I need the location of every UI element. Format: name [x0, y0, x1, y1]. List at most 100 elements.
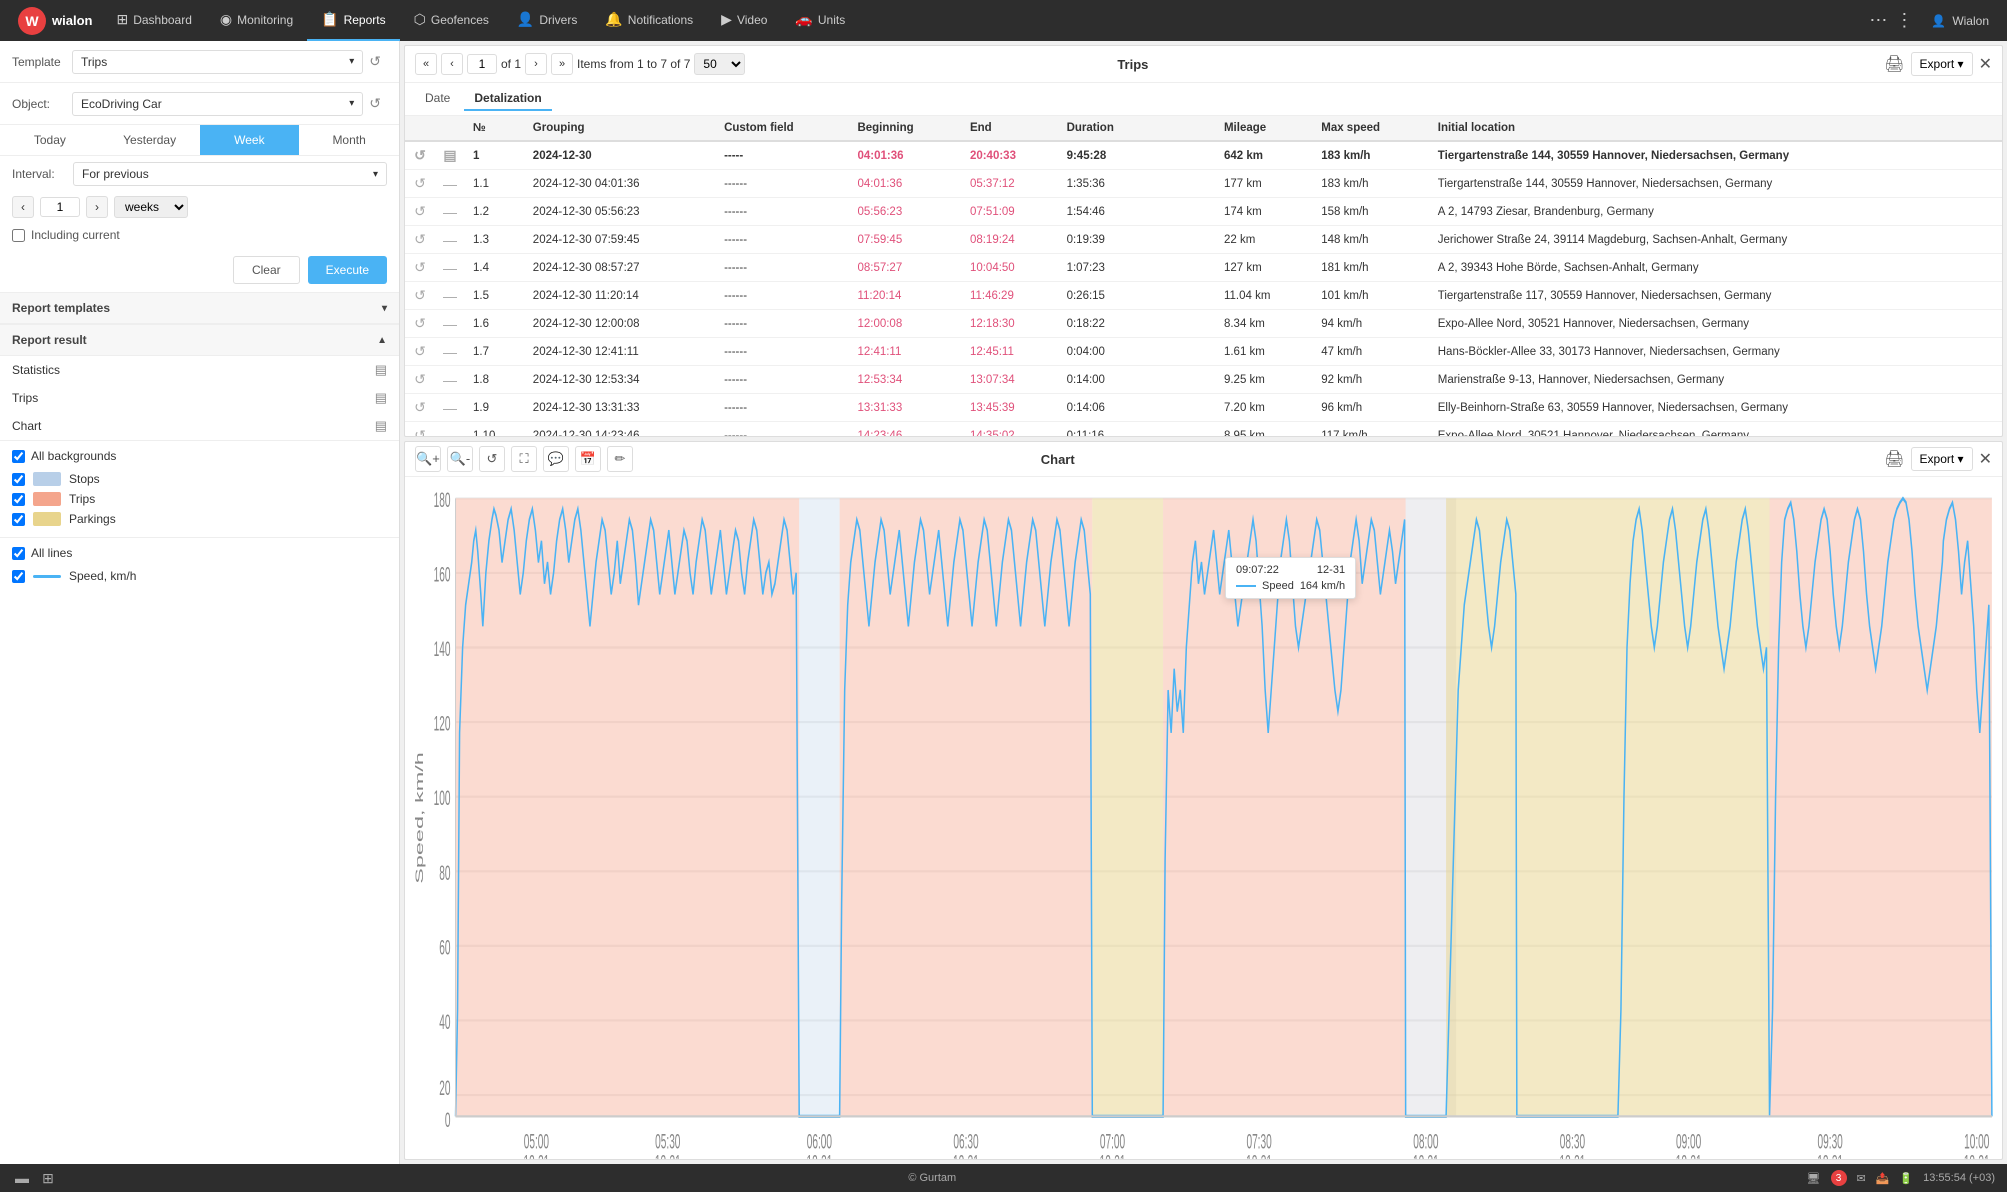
table-row[interactable]: ↺ — 1.3 2024-12-30 07:59:45 ------ 07:59…	[405, 226, 2002, 254]
detalization-tab[interactable]: Detalization	[464, 87, 551, 111]
row-refresh-icon[interactable]: ↺	[405, 394, 435, 422]
close-icon[interactable]: ✕	[1979, 54, 1992, 74]
nav-video[interactable]: ▶ Video	[707, 0, 781, 41]
chart-export-btn[interactable]: Export ▾	[1911, 447, 1973, 471]
object-refresh-icon[interactable]: ↺	[363, 91, 387, 116]
table-row[interactable]: ↺ — 1.4 2024-12-30 08:57:27 ------ 08:57…	[405, 254, 2002, 282]
row-expand-icon[interactable]: —	[435, 254, 465, 282]
stepper-input[interactable]: 1	[40, 197, 80, 217]
parkings-checkbox[interactable]	[12, 513, 25, 526]
user-menu[interactable]: 👤 Wialon	[1921, 14, 1999, 28]
execute-button[interactable]: Execute	[308, 256, 387, 284]
all-backgrounds-checkbox[interactable]	[12, 450, 25, 463]
last-page-btn[interactable]: »	[551, 53, 573, 75]
layout-list-icon[interactable]: ▬	[12, 1168, 32, 1188]
table-row[interactable]: ↺ — 1.1 2024-12-30 04:01:36 ------ 04:01…	[405, 170, 2002, 198]
notification-badge[interactable]: 3	[1831, 1170, 1847, 1186]
layout-grid-icon[interactable]: ⊞	[38, 1168, 58, 1188]
table-row[interactable]: ↺ — 1.10 2024-12-30 14:23:46 ------ 14:2…	[405, 422, 2002, 437]
result-item-statistics[interactable]: Statistics ▤	[0, 356, 399, 384]
row-refresh-icon[interactable]: ↺	[405, 282, 435, 310]
trips-checkbox[interactable]	[12, 493, 25, 506]
including-current-checkbox[interactable]	[12, 229, 25, 242]
more-icon[interactable]: ⋮	[1895, 10, 1913, 31]
nav-monitoring[interactable]: ◉ Monitoring	[206, 0, 307, 41]
per-page-select[interactable]: 50 25 100	[694, 53, 745, 75]
unit-select[interactable]: weeks days months	[114, 196, 188, 218]
row-expand-icon[interactable]: —	[435, 170, 465, 198]
result-item-chart[interactable]: Chart ▤	[0, 412, 399, 440]
table-row[interactable]: ↺ — 1.7 2024-12-30 12:41:11 ------ 12:41…	[405, 338, 2002, 366]
trips-table-wrapper[interactable]: № Grouping Custom field Beginning End Du…	[405, 116, 2002, 436]
row-expand-icon[interactable]: —	[435, 366, 465, 394]
row-refresh-icon[interactable]: ↺	[405, 338, 435, 366]
zoom-in-btn[interactable]: 🔍+	[415, 446, 441, 472]
table-row[interactable]: ↺ — 1.6 2024-12-30 12:00:08 ------ 12:00…	[405, 310, 2002, 338]
row-expand-icon[interactable]: —	[435, 394, 465, 422]
interval-select[interactable]: For previous ▾	[73, 162, 387, 186]
result-item-trips[interactable]: Trips ▤	[0, 384, 399, 412]
row-expand-icon[interactable]: —	[435, 282, 465, 310]
row-expand-icon[interactable]: —	[435, 226, 465, 254]
row-refresh-icon[interactable]: ↺	[405, 422, 435, 437]
chart-close-icon[interactable]: ✕	[1979, 449, 1992, 469]
row-refresh-icon[interactable]: ↺	[405, 366, 435, 394]
pencil-btn[interactable]: ✏	[607, 446, 633, 472]
row-expand-icon[interactable]: —	[435, 310, 465, 338]
report-templates-section[interactable]: Report templates ▾	[0, 292, 399, 324]
row-refresh-icon[interactable]: ↺	[405, 141, 435, 170]
row-refresh-icon[interactable]: ↺	[405, 254, 435, 282]
nav-units[interactable]: 🚗 Units	[781, 0, 859, 41]
nav-drivers[interactable]: 👤 Drivers	[503, 0, 591, 41]
zoom-out-btn[interactable]: 🔍-	[447, 446, 473, 472]
row-expand-icon[interactable]: —	[435, 422, 465, 437]
logo[interactable]: W wialon	[8, 7, 102, 35]
nav-reports[interactable]: 📋 Reports	[307, 0, 399, 41]
all-lines-checkbox[interactable]	[12, 547, 25, 560]
trips-bg-item: Trips	[12, 489, 387, 509]
zoom-reset-btn[interactable]: ↺	[479, 446, 505, 472]
chart-print-icon[interactable]: 🖨	[1884, 449, 1904, 469]
object-select[interactable]: EcoDriving Car ▾	[72, 92, 363, 116]
tab-month[interactable]: Month	[299, 125, 399, 155]
row-refresh-icon[interactable]: ↺	[405, 198, 435, 226]
clear-button[interactable]: Clear	[233, 256, 300, 284]
row-expand-icon[interactable]: ▤	[435, 141, 465, 170]
table-row[interactable]: ↺ — 1.9 2024-12-30 13:31:33 ------ 13:31…	[405, 394, 2002, 422]
grid-icon[interactable]: ⋯	[1869, 10, 1887, 31]
export-btn[interactable]: Export ▾	[1911, 52, 1973, 76]
next-page-btn[interactable]: ›	[525, 53, 547, 75]
table-row[interactable]: ↺ — 1.5 2024-12-30 11:20:14 ------ 11:20…	[405, 282, 2002, 310]
table-row[interactable]: ↺ — 1.2 2024-12-30 05:56:23 ------ 05:56…	[405, 198, 2002, 226]
date-tab[interactable]: Date	[415, 87, 460, 111]
calendar-btn[interactable]: 📅	[575, 446, 601, 472]
row-refresh-icon[interactable]: ↺	[405, 226, 435, 254]
row-expand-icon[interactable]: —	[435, 338, 465, 366]
stops-checkbox[interactable]	[12, 473, 25, 486]
fullscreen-btn[interactable]: ⛶	[511, 446, 537, 472]
first-page-btn[interactable]: «	[415, 53, 437, 75]
message-btn[interactable]: 💬	[543, 446, 569, 472]
print-icon[interactable]: 🖨	[1884, 54, 1904, 74]
row-expand-icon[interactable]: —	[435, 198, 465, 226]
prev-page-btn[interactable]: ‹	[441, 53, 463, 75]
page-input[interactable]	[467, 54, 497, 74]
row-refresh-icon[interactable]: ↺	[405, 170, 435, 198]
tab-yesterday[interactable]: Yesterday	[100, 125, 200, 155]
cell-mileage: 8.34 km	[1216, 310, 1313, 338]
tab-today[interactable]: Today	[0, 125, 100, 155]
stepper-inc-btn[interactable]: ›	[86, 196, 108, 218]
table-row[interactable]: ↺ — 1.8 2024-12-30 12:53:34 ------ 12:53…	[405, 366, 2002, 394]
template-refresh-icon[interactable]: ↺	[363, 49, 387, 74]
nav-dashboard[interactable]: ⊞ Dashboard	[102, 0, 205, 41]
tab-week[interactable]: Week	[200, 125, 300, 155]
cell-maxspeed: 181 km/h	[1313, 254, 1430, 282]
table-row[interactable]: ↺ ▤ 1 2024-12-30 ----- 04:01:36 20:40:33…	[405, 141, 2002, 170]
nav-notifications[interactable]: 🔔 Notifications	[591, 0, 707, 41]
stepper-dec-btn[interactable]: ‹	[12, 196, 34, 218]
report-result-section[interactable]: Report result ▲	[0, 324, 399, 356]
nav-geofences[interactable]: ⬡ Geofences	[400, 0, 503, 41]
row-refresh-icon[interactable]: ↺	[405, 310, 435, 338]
template-select[interactable]: Trips ▾	[72, 50, 363, 74]
speed-line-checkbox[interactable]	[12, 570, 25, 583]
